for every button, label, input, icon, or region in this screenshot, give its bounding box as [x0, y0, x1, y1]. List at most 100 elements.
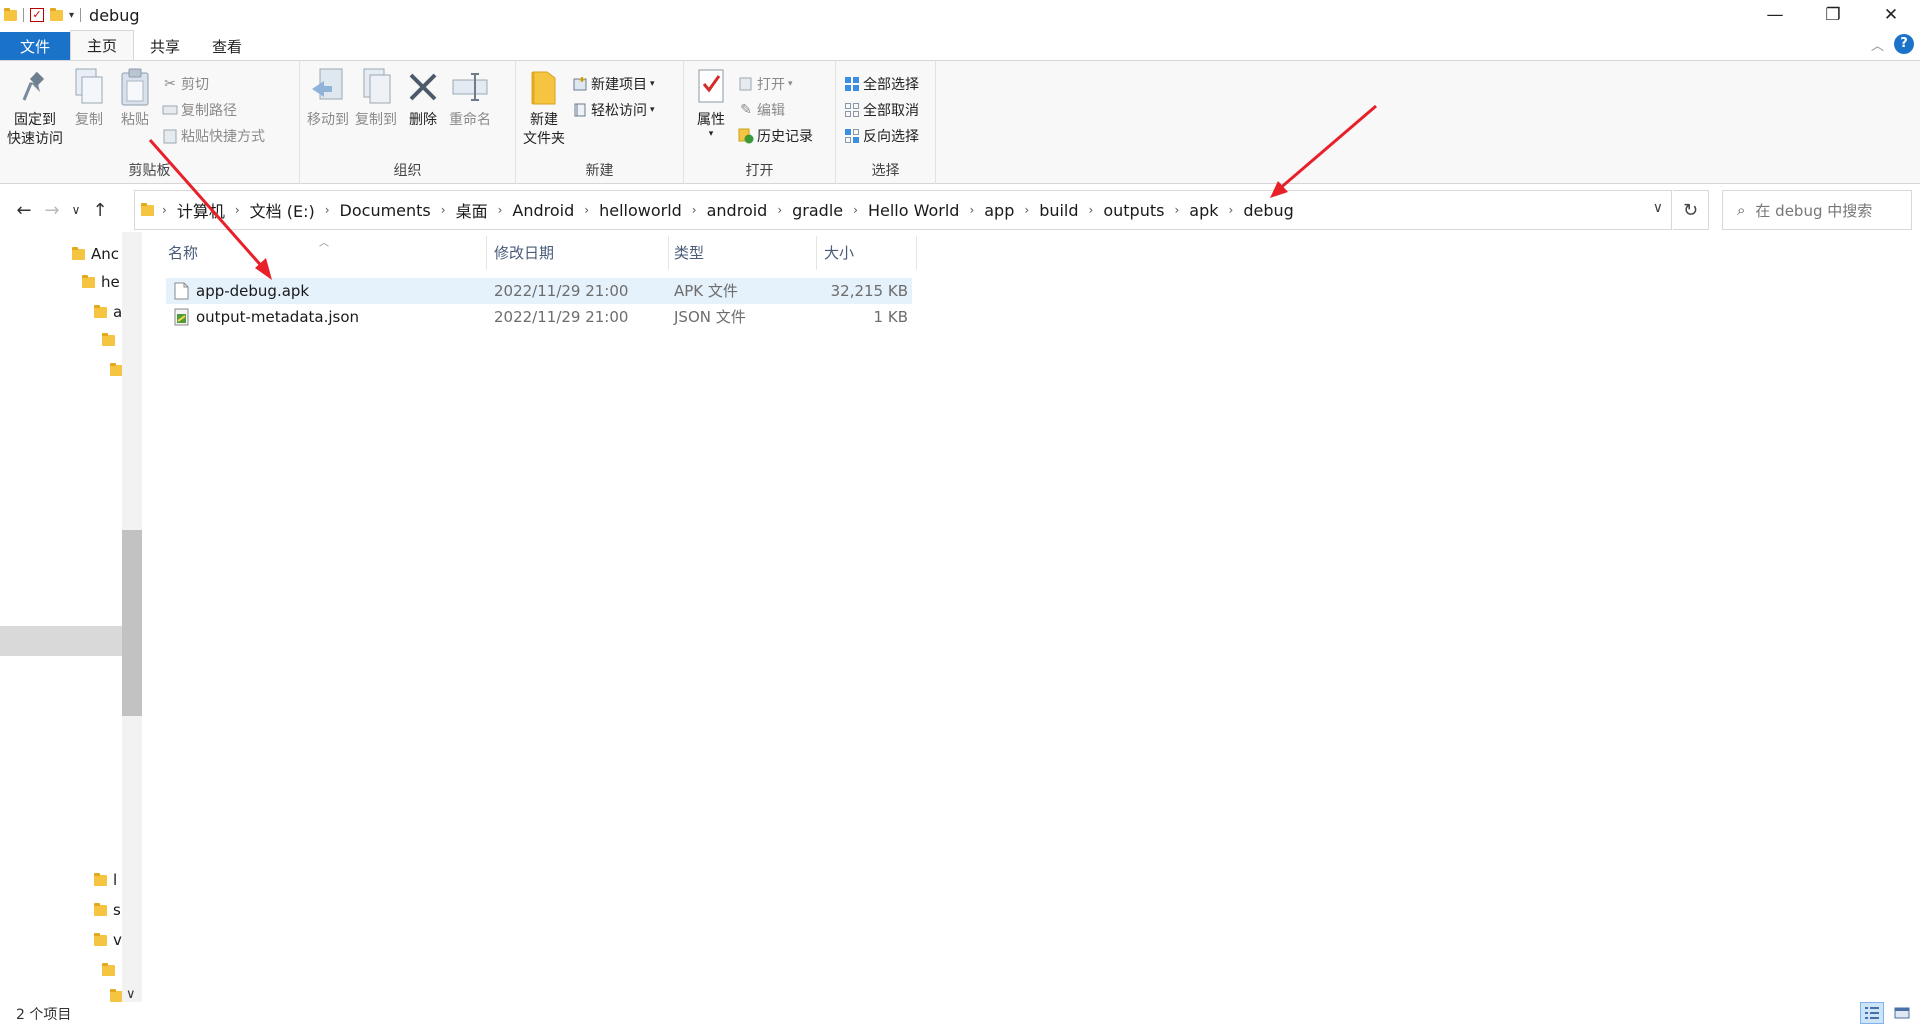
breadcrumb-build[interactable]: build	[1033, 201, 1084, 220]
chevron-right-icon[interactable]: ›	[1020, 203, 1033, 217]
chevron-right-icon[interactable]: ›	[1170, 203, 1183, 217]
forward-arrow-icon[interactable]: →	[38, 200, 66, 221]
properties-qa-icon[interactable]: ✓	[30, 8, 44, 22]
move-to-label: 移动到	[307, 112, 349, 128]
nav-item-label: l	[113, 871, 118, 889]
chevron-right-icon[interactable]: ›	[494, 203, 507, 217]
folder-icon	[94, 932, 107, 946]
chevron-right-icon[interactable]: ›	[158, 203, 171, 217]
recent-locations-dropdown-icon[interactable]: ∨	[66, 203, 86, 217]
column-divider[interactable]	[668, 236, 669, 270]
back-arrow-icon[interactable]: ←	[10, 200, 38, 221]
search-placeholder[interactable]: 在 debug 中搜索	[1755, 200, 1872, 221]
folder-icon	[72, 246, 85, 260]
chevron-right-icon[interactable]: ›	[437, 203, 450, 217]
chevron-right-icon[interactable]: ›	[965, 203, 978, 217]
navigation-bar: ← → ∨ ↑ › 计算机 › 文档 (E:) › Documents › 桌面 › A…	[0, 190, 1920, 230]
title-bar: ✓ ▾ debug — ❐ ✕	[0, 0, 1920, 30]
column-divider[interactable]	[486, 236, 487, 270]
paste-shortcut-button[interactable]: 粘贴快捷方式	[162, 125, 265, 147]
chevron-right-icon[interactable]: ›	[231, 203, 244, 217]
search-icon: ⌕	[1737, 201, 1746, 219]
chevron-right-icon[interactable]: ›	[849, 203, 862, 217]
breadcrumb-debug[interactable]: debug	[1237, 201, 1299, 220]
minimize-button[interactable]: —	[1746, 0, 1804, 30]
scroll-down-arrow-icon[interactable]: ∨	[126, 987, 136, 1002]
nav-item[interactable]: a	[94, 300, 122, 324]
chevron-right-icon[interactable]: ›	[773, 203, 786, 217]
breadcrumb-android-sub[interactable]: android	[701, 201, 774, 220]
new-item-button[interactable]: 新建项目 ▾	[572, 73, 655, 95]
chevron-right-icon[interactable]: ›	[1085, 203, 1098, 217]
column-header-size[interactable]: 大小	[824, 242, 854, 264]
breadcrumb-app[interactable]: app	[978, 201, 1020, 220]
chevron-right-icon[interactable]: ›	[1225, 203, 1238, 217]
nav-item[interactable]	[102, 328, 115, 352]
nav-item-label: a	[113, 303, 123, 321]
invert-selection-button[interactable]: 反向选择	[844, 125, 919, 147]
cut-button[interactable]: ✂ 剪切	[162, 73, 265, 95]
breadcrumb-outputs[interactable]: outputs	[1097, 201, 1170, 220]
column-header-modified[interactable]: 修改日期	[494, 242, 554, 264]
new-folder-qa-icon[interactable]	[50, 7, 63, 21]
breadcrumb-android[interactable]: Android	[506, 201, 580, 220]
easy-access-icon	[572, 102, 588, 118]
breadcrumb-hello-world[interactable]: Hello World	[862, 201, 966, 220]
tab-share[interactable]: 共享	[134, 32, 196, 60]
nav-item[interactable]: he	[82, 270, 120, 294]
nav-item[interactable]: l	[94, 868, 117, 892]
nav-item[interactable]: s	[94, 898, 121, 922]
file-name[interactable]: app-debug.apk	[196, 278, 309, 304]
history-button[interactable]: 历史记录	[738, 125, 813, 147]
breadcrumb-computer[interactable]: 计算机	[171, 198, 231, 222]
chevron-right-icon[interactable]: ›	[321, 203, 334, 217]
pin-icon	[15, 67, 55, 107]
address-bar[interactable]: › 计算机 › 文档 (E:) › Documents › 桌面 › Android › …	[134, 190, 1672, 230]
folder-icon	[4, 7, 17, 21]
breadcrumb-gradle[interactable]: gradle	[786, 201, 849, 220]
file-row[interactable]: output-metadata.json 2022/11/29 21:00 JS…	[166, 304, 912, 330]
easy-access-button[interactable]: 轻松访问 ▾	[572, 99, 655, 121]
customize-qa-dropdown-icon[interactable]: ▾	[69, 10, 74, 21]
open-button[interactable]: 打开 ▾	[738, 73, 813, 95]
select-all-button[interactable]: 全部选择	[844, 73, 919, 95]
chevron-down-icon: ▾	[788, 79, 793, 89]
breadcrumb-documents[interactable]: Documents	[334, 201, 437, 220]
nav-item[interactable]: Anc	[72, 242, 119, 266]
column-header-name[interactable]: 名称	[168, 242, 198, 264]
column-divider[interactable]	[916, 236, 917, 270]
refresh-icon[interactable]: ↻	[1673, 190, 1709, 230]
restore-button[interactable]: ❐	[1804, 0, 1862, 30]
column-divider[interactable]	[816, 236, 817, 270]
tab-file[interactable]: 文件	[0, 32, 70, 60]
search-box[interactable]: ⌕ 在 debug 中搜索	[1722, 190, 1912, 230]
breadcrumb-desktop[interactable]: 桌面	[450, 198, 494, 222]
breadcrumb-apk[interactable]: apk	[1183, 201, 1224, 220]
file-row[interactable]: app-debug.apk 2022/11/29 21:00 APK 文件 32…	[166, 278, 912, 304]
chevron-right-icon[interactable]: ›	[688, 203, 701, 217]
address-history-dropdown-icon[interactable]: ∨	[1653, 200, 1663, 216]
nav-item[interactable]	[102, 958, 115, 982]
file-name[interactable]: output-metadata.json	[196, 304, 359, 330]
tab-view[interactable]: 查看	[196, 32, 258, 60]
up-arrow-icon[interactable]: ↑	[86, 200, 114, 221]
chevron-right-icon[interactable]: ›	[580, 203, 593, 217]
breadcrumb-drive-e[interactable]: 文档 (E:)	[244, 198, 321, 222]
cut-label: 剪切	[181, 77, 209, 93]
copy-path-button[interactable]: 复制路径	[162, 99, 265, 121]
scrollbar-thumb[interactable]	[122, 530, 142, 716]
tab-home[interactable]: 主页	[70, 30, 135, 60]
details-view-icon[interactable]	[1860, 1002, 1884, 1024]
collapse-ribbon-icon[interactable]: ︿	[1871, 35, 1884, 54]
large-icons-view-icon[interactable]	[1890, 1002, 1914, 1024]
column-header-type[interactable]: 类型	[674, 242, 704, 264]
nav-pane-scrollbar[interactable]: ∨	[122, 232, 142, 1002]
nav-item[interactable]: v	[94, 928, 122, 952]
help-icon[interactable]: ?	[1894, 34, 1914, 54]
edit-button[interactable]: ✎ 编辑	[738, 99, 813, 121]
nav-item-label: he	[101, 273, 120, 291]
open-group: 属性 ▾ 打开 ▾ ✎ 编辑 历史记录 打开	[684, 61, 836, 184]
close-button[interactable]: ✕	[1862, 0, 1920, 30]
breadcrumb-helloworld[interactable]: helloworld	[593, 201, 688, 220]
select-none-button[interactable]: 全部取消	[844, 99, 919, 121]
